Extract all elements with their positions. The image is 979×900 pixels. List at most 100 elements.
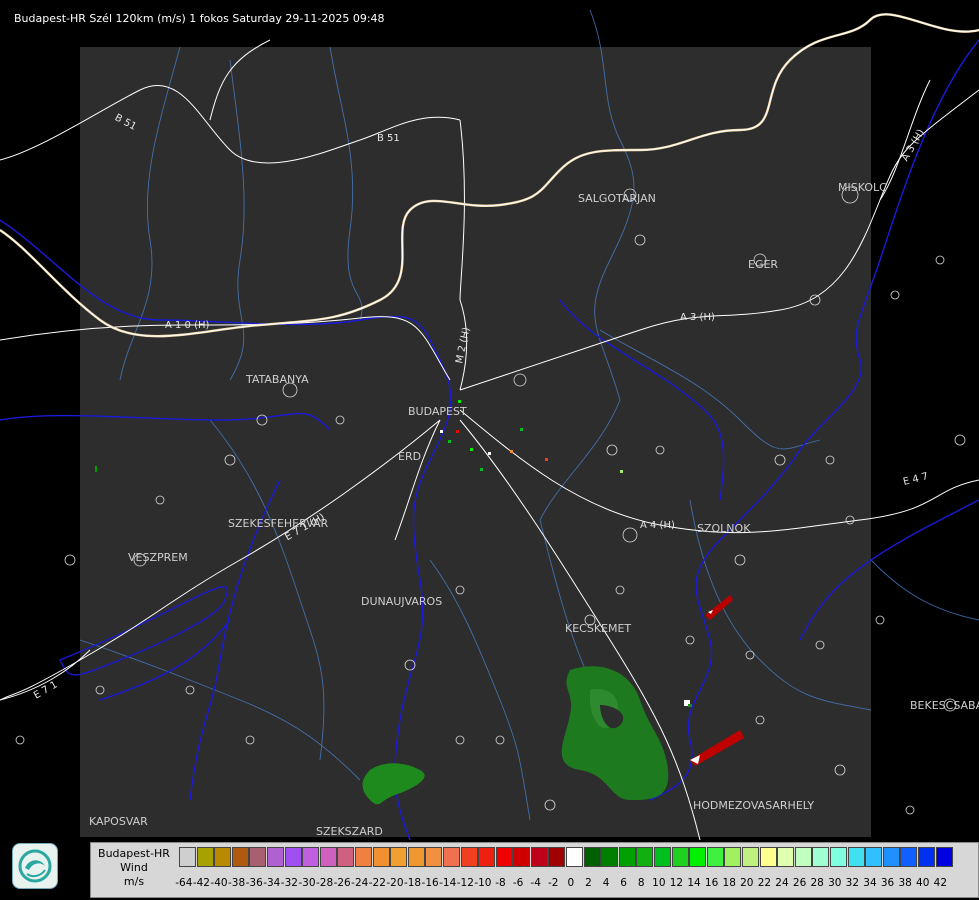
legend-tick-label: -24 — [351, 877, 369, 889]
legend-tick-label: -22 — [368, 877, 386, 889]
legend-swatch — [689, 847, 707, 867]
legend-swatch — [266, 847, 284, 867]
legend-tick-label: -40 — [210, 877, 228, 889]
legend-swatch — [284, 847, 302, 867]
city-label-tatabanya: TATABANYA — [246, 373, 309, 386]
legend-tick-label: -12 — [456, 877, 474, 889]
legend-tick-label: 34 — [863, 877, 877, 889]
legend-tick-label: -64 — [175, 877, 193, 889]
legend-tick-label: 42 — [933, 877, 948, 889]
road-label-a4: A 4 (H) — [640, 520, 675, 531]
legend-tick-label: 22 — [757, 877, 772, 889]
legend-swatch — [900, 847, 918, 867]
legend-tick-label: 16 — [704, 877, 719, 889]
radar-map — [0, 9, 979, 840]
legend-unit: m/s — [123, 875, 145, 888]
legend-tick-label: 10 — [652, 877, 666, 889]
legend-tick-label: 2 — [585, 877, 592, 889]
legend-quantity: Wind — [120, 861, 148, 874]
legend-tick-label: 24 — [775, 877, 789, 889]
legend-swatch — [196, 847, 214, 867]
legend-swatch — [759, 847, 777, 867]
city-label-eger: EGER — [748, 258, 779, 271]
legend-tick-label: 20 — [740, 877, 754, 889]
legend-swatch — [935, 847, 953, 867]
city-label-szekszard: SZEKSZARD — [316, 825, 383, 838]
legend-swatch — [442, 847, 460, 867]
legend-swatch — [917, 847, 935, 867]
legend-swatch — [777, 847, 795, 867]
legend-swatch — [354, 847, 372, 867]
legend-swatch — [390, 847, 408, 867]
legend-swatch — [706, 847, 724, 867]
city-label-bekescsaba: BEKESCSABA — [910, 699, 979, 712]
legend-swatch — [583, 847, 601, 867]
legend-tick-label: 12 — [669, 877, 684, 889]
legend-swatch — [654, 847, 672, 867]
legend-swatch — [724, 847, 742, 867]
city-label-salgotarjan: SALGOTARJAN — [578, 192, 656, 205]
legend-swatch — [601, 847, 619, 867]
legend-swatch — [231, 847, 249, 867]
radar-coverage-area — [80, 47, 871, 837]
city-label-dunaujvaros: DUNAUJVAROS — [361, 595, 443, 608]
city-label-miskolc: MISKOLC — [838, 181, 887, 194]
legend-tick-label: 26 — [792, 877, 807, 889]
legend-tick-label: -26 — [333, 877, 351, 889]
city-label-hodmezovasarhely: HODMEZOVASARHELY — [693, 799, 815, 812]
city-label-kaposvar: KAPOSVAR — [89, 815, 148, 828]
road-label-a3: A 3 (H) — [680, 312, 715, 323]
city-label-erd: ERD — [398, 450, 422, 463]
legend-swatch — [495, 847, 513, 867]
legend-ticks: -64 -42 -40 -38 -36 -34 -32 -30 -28 -26 -24 -22 -20-… — [175, 877, 949, 889]
legend-swatch — [636, 847, 654, 867]
legend-swatches — [179, 847, 953, 867]
legend-tick-label: -36 — [245, 877, 263, 889]
city-label-veszprem: VESZPREM — [128, 551, 188, 564]
legend-swatch — [530, 847, 548, 867]
legend-tick-label: 38 — [898, 877, 912, 889]
legend-swatch — [794, 847, 812, 867]
legend-tick-label: 40 — [916, 877, 930, 889]
legend-tick-label: -18 — [403, 877, 422, 889]
legend-tick-label: -4 — [530, 877, 541, 889]
legend-tick-label: -6 — [512, 877, 524, 889]
legend-swatch — [179, 847, 196, 867]
omsz-logo-icon — [12, 843, 58, 889]
legend-tick-label: 18 — [722, 877, 736, 889]
legend-swatch — [671, 847, 689, 867]
legend-tick-label: 30 — [828, 877, 842, 889]
legend-tick-label: -32 — [280, 877, 298, 889]
legend-swatch — [566, 847, 584, 867]
legend-tick-label: -20 — [386, 877, 404, 889]
legend-swatch — [548, 847, 566, 867]
legend-swatch — [460, 847, 478, 867]
legend-tick-label: 8 — [637, 877, 645, 889]
legend-tick-label: -16 — [421, 877, 439, 889]
legend-tick-label: -42 — [192, 877, 210, 889]
legend-tick-label: 6 — [620, 877, 627, 889]
legend-swatch — [829, 847, 847, 867]
legend-swatch — [214, 847, 232, 867]
road-label-a10: A 1 0 (H) — [165, 320, 210, 331]
legend-tick-label: -38 — [228, 877, 246, 889]
city-label-budapest: BUDAPEST — [408, 405, 467, 418]
legend-swatch — [847, 847, 865, 867]
legend-tick-label: -14 — [439, 877, 457, 889]
legend-swatch — [337, 847, 355, 867]
city-label-kecskemet: KECSKEMET — [565, 622, 632, 635]
city-label-szolnok: SZOLNOK — [697, 522, 751, 535]
legend-tick-label: -10 — [474, 877, 492, 889]
legend-tick-label: -2 — [548, 877, 559, 889]
road-label-b51-east: B 51 — [377, 133, 400, 144]
legend-swatch — [513, 847, 531, 867]
legend-swatch — [812, 847, 830, 867]
legend-tick-label: -30 — [298, 877, 316, 889]
legend-swatch — [478, 847, 496, 867]
color-legend: Budapest-HR Wind m/s -64 -42 -40 -38 -36 -34-… — [90, 842, 979, 898]
legend-tick-label: -8 — [495, 877, 506, 889]
legend-swatch — [882, 847, 900, 867]
legend-swatch — [865, 847, 883, 867]
legend-swatch — [425, 847, 443, 867]
legend-title: Budapest-HR Wind m/s — [91, 847, 177, 889]
